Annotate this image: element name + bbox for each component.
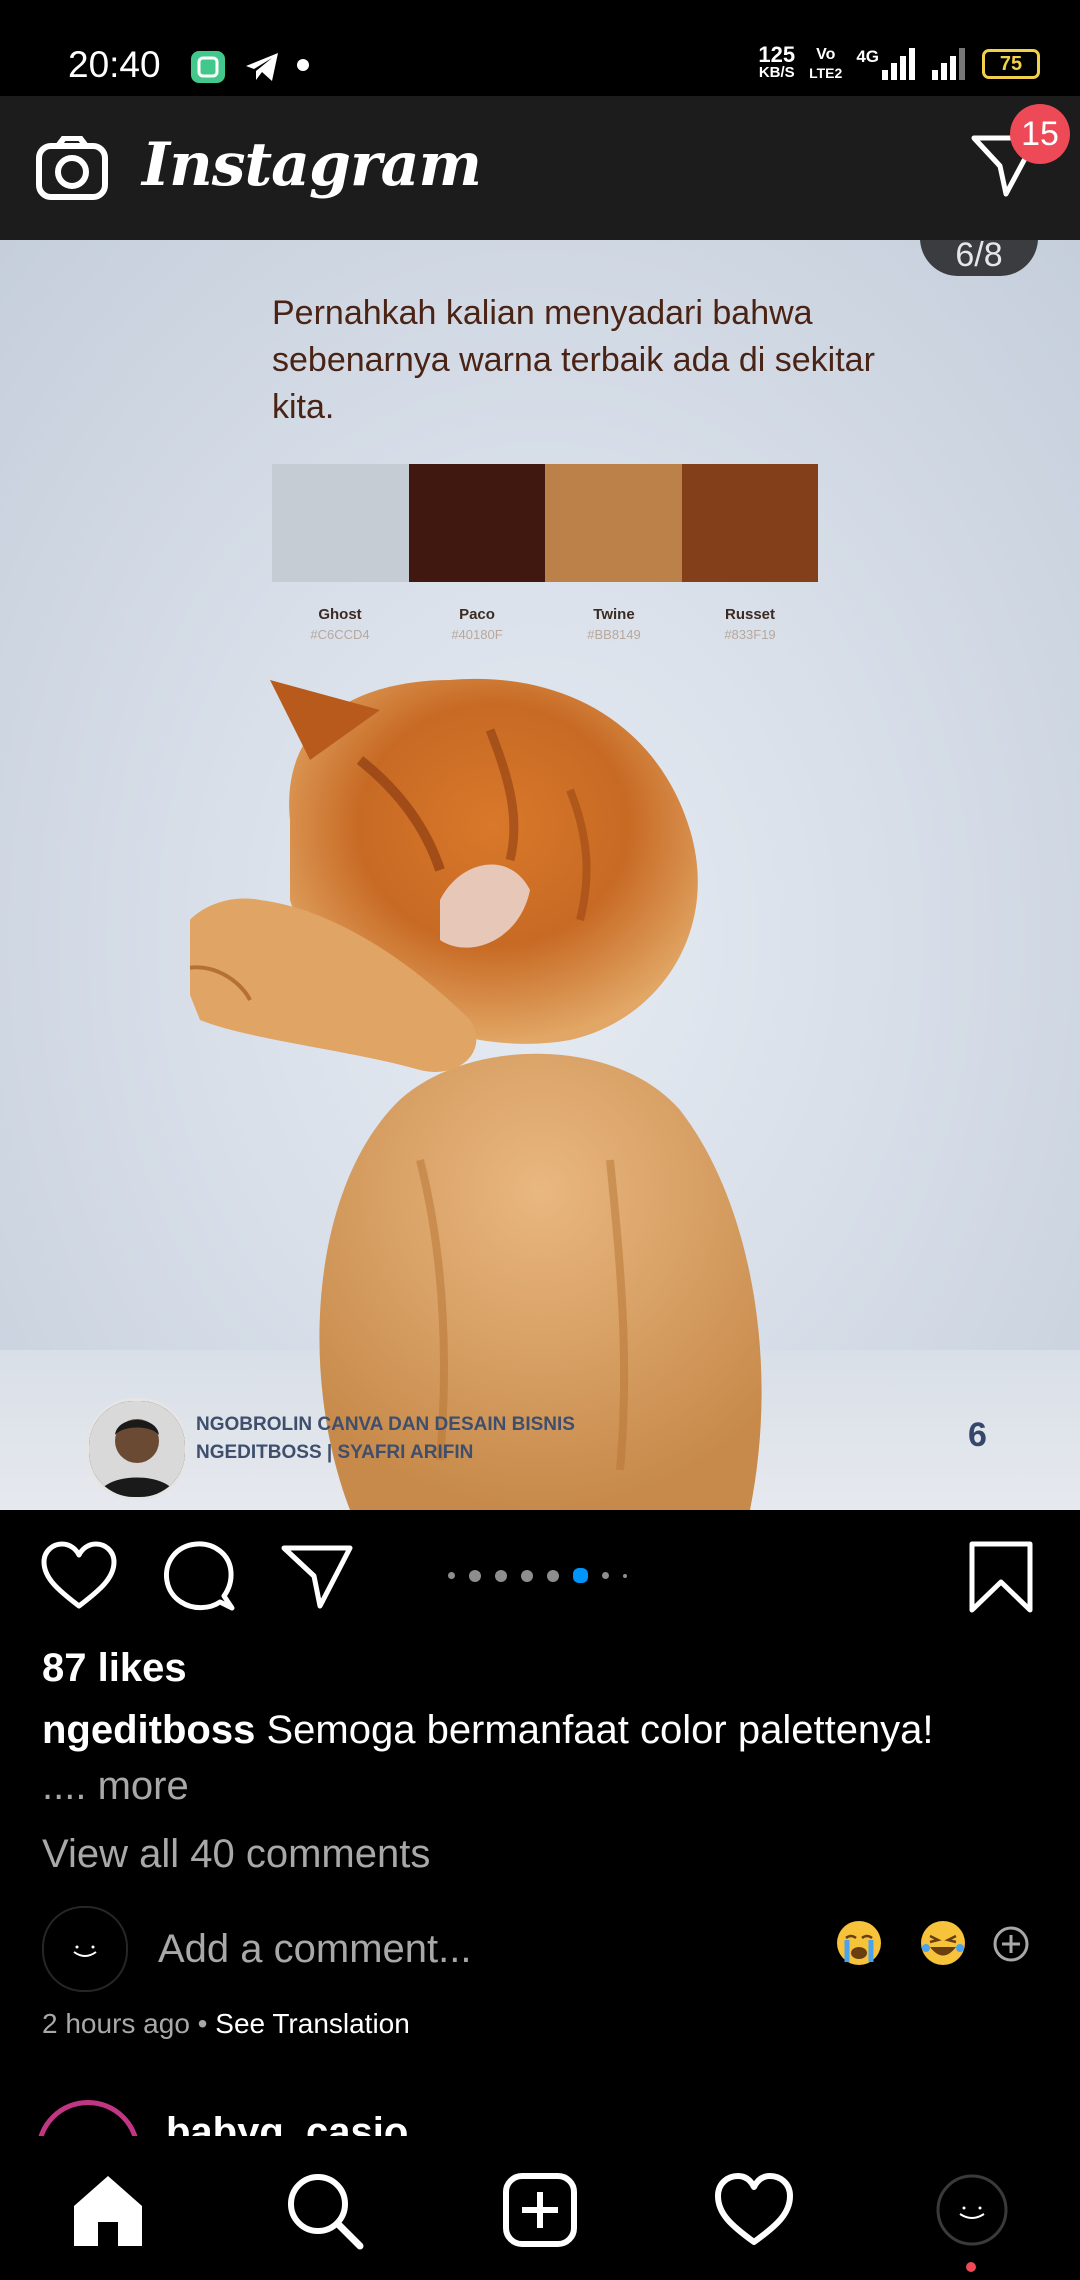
see-translation-link[interactable]: See Translation <box>215 2008 410 2039</box>
net-speed: 125 KB/S <box>758 42 796 82</box>
like-heart-icon[interactable] <box>40 1540 118 1612</box>
create-post-icon[interactable] <box>500 2170 580 2250</box>
swatch-label-ghost: Ghost #C6CCD4 <box>310 606 370 642</box>
profile-avatar-icon[interactable] <box>932 2170 1012 2250</box>
caption-username[interactable]: ngeditboss <box>42 1708 255 1752</box>
image-headline: Pernahkah kalian menyadari bahwa sebenar… <box>272 294 875 426</box>
own-avatar <box>42 1906 128 1992</box>
swatch-label-paco: Paco #40180F <box>451 606 503 642</box>
creator-credit-line1: NGOBROLIN CANVA DAN DESAIN BISNIS <box>196 1414 575 1435</box>
share-paper-plane-icon[interactable] <box>280 1540 354 1612</box>
time-ago: 2 hours ago <box>42 2008 190 2039</box>
add-comment-input[interactable] <box>156 1922 760 1976</box>
crying-emoji-icon[interactable] <box>834 1918 884 1968</box>
volte-indicator: Vo LTE2 <box>809 46 843 81</box>
creator-avatar <box>86 1398 188 1500</box>
separator: • <box>189 2008 216 2039</box>
laughing-emoji-icon[interactable] <box>918 1918 968 1968</box>
carousel-dot <box>448 1572 455 1579</box>
carousel-counter: 6/8 <box>920 240 1038 276</box>
creator-credit-line2: NGEDITBOSS | SYAFRI ARIFIN <box>196 1442 474 1463</box>
telegram-notification-icon <box>246 53 278 81</box>
carousel-dot <box>623 1573 627 1578</box>
activity-heart-icon[interactable] <box>714 2170 794 2250</box>
instagram-logo[interactable]: Instagram <box>142 130 482 200</box>
carousel-dot <box>602 1572 609 1579</box>
battery-icon: 75 <box>982 49 1040 79</box>
camera-icon[interactable] <box>36 136 108 200</box>
carousel-dot-active <box>573 1568 588 1583</box>
save-bookmark-icon[interactable] <box>968 1540 1034 1614</box>
carousel-dot <box>469 1569 481 1582</box>
likes-count[interactable]: 87 likes <box>42 1646 187 1691</box>
carousel-dot <box>521 1569 533 1582</box>
swatch-twine <box>545 464 682 582</box>
dm-count-badge: 15 <box>1010 104 1070 164</box>
carousel-dot <box>495 1569 507 1582</box>
swatch-ghost <box>272 464 409 582</box>
signal-sim2-icon <box>932 48 965 80</box>
comment-bubble-icon[interactable] <box>162 1540 236 1612</box>
swatch-paco <box>408 464 545 582</box>
caption-more-link[interactable]: .... more <box>42 1764 189 1809</box>
color-palette <box>272 464 818 582</box>
more-notifications-dot-icon <box>297 59 309 71</box>
status-indicators: 125 KB/S Vo LTE2 4G 75 <box>758 42 1040 82</box>
swatch-label-russet: Russet #833F19 <box>724 606 776 642</box>
home-icon[interactable] <box>68 2170 148 2250</box>
view-all-comments-link[interactable]: View all 40 comments <box>42 1832 430 1877</box>
add-emoji-plus-icon[interactable] <box>992 1925 1030 1963</box>
cat-photo <box>190 678 762 1510</box>
slide-page-number: 6 <box>968 1416 987 1454</box>
status-time: 20:40 <box>68 44 161 85</box>
post-caption: ngeditboss Semoga bermanfaat color palet… <box>42 1708 934 1753</box>
carousel-indicator <box>448 1568 627 1583</box>
swatch-russet <box>681 464 818 582</box>
caption-text: Semoga bermanfaat color palettenya! <box>266 1708 934 1752</box>
signal-4g-icon: 4G <box>856 48 918 80</box>
app-notification-icon <box>191 51 225 83</box>
profile-notification-dot <box>966 2262 976 2272</box>
swatch-label-twine: Twine #BB8149 <box>587 606 641 642</box>
search-icon[interactable] <box>284 2170 364 2250</box>
carousel-dot <box>547 1569 559 1582</box>
post-timestamp: 2 hours ago • See Translation <box>42 2008 410 2040</box>
post-carousel-image[interactable]: 6/8 Pernahkah kalian menyadari bahwa seb… <box>0 240 1080 1510</box>
